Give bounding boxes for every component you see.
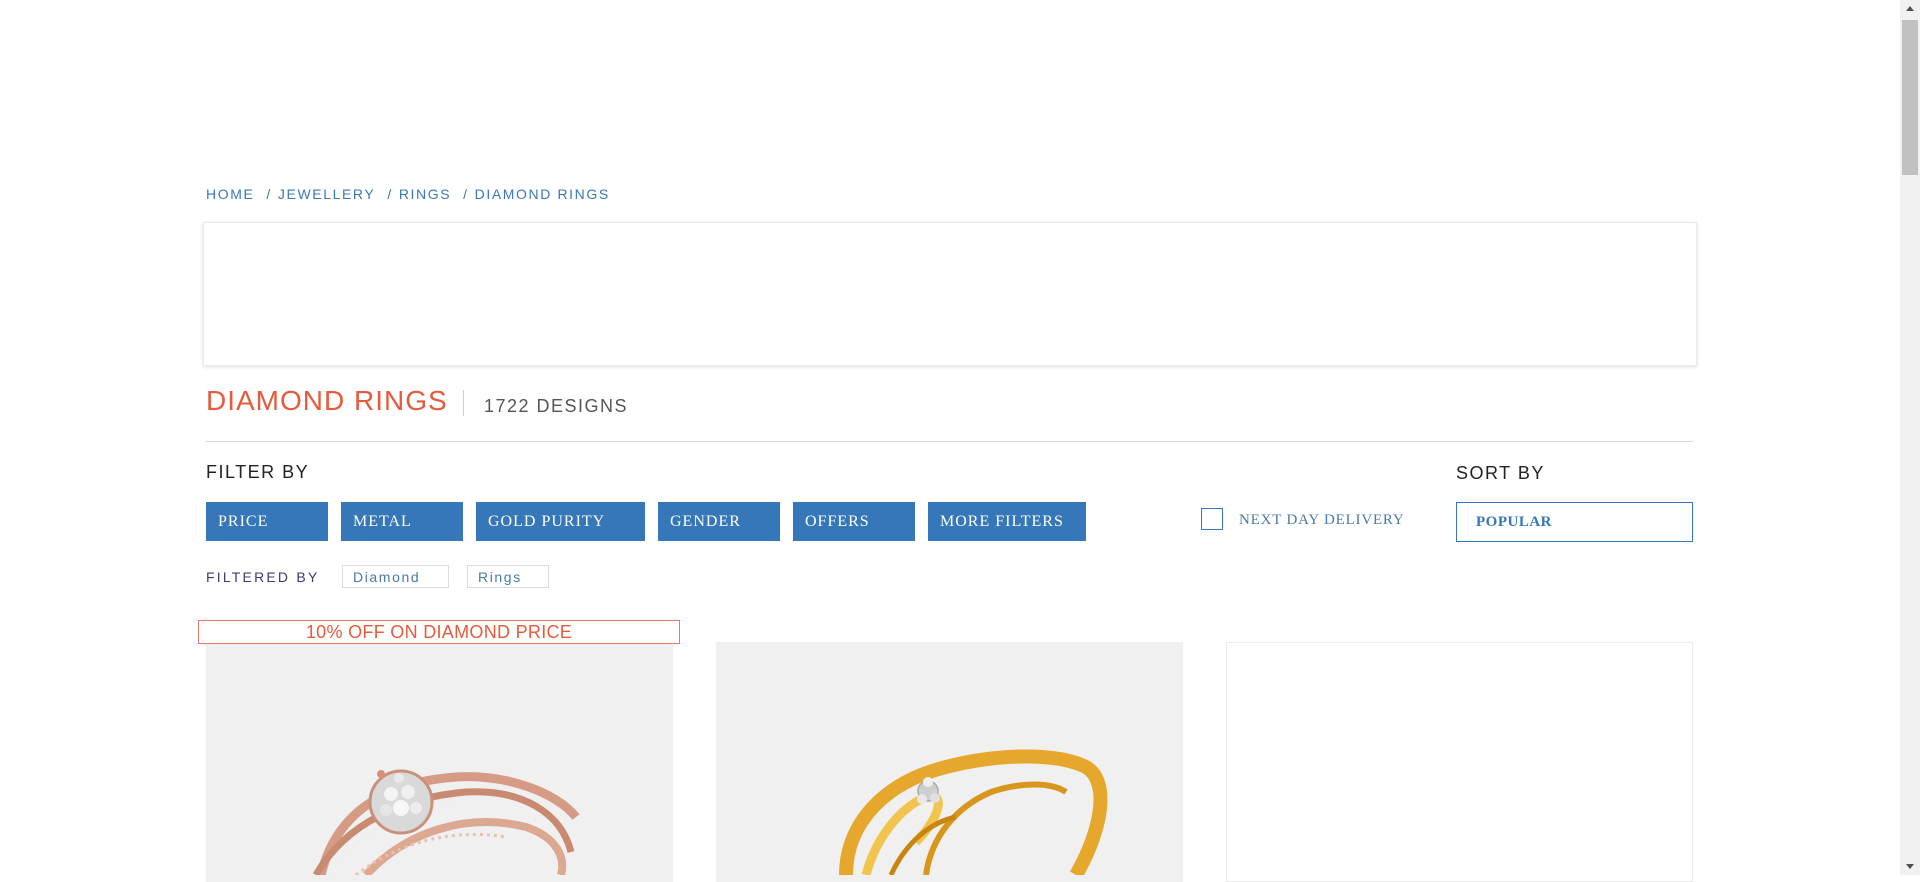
design-count: 1722 DESIGNS — [484, 396, 629, 416]
breadcrumb-separator: / — [387, 186, 393, 202]
breadcrumb-rings-link[interactable]: RINGS — [399, 186, 451, 202]
filter-offers-button[interactable]: OFFERS — [793, 502, 915, 541]
page-title: DIAMOND RINGS — [206, 385, 448, 416]
product-card[interactable] — [206, 642, 673, 882]
filter-tag-diamond[interactable]: Diamond — [342, 565, 449, 588]
scroll-up-icon[interactable] — [1900, 0, 1920, 17]
filter-tag-rings[interactable]: Rings — [467, 565, 549, 588]
filter-price-button[interactable]: PRICE — [206, 502, 328, 541]
filter-gold-purity-button[interactable]: GOLD PURITY — [476, 502, 645, 541]
offer-badge: 10% OFF ON DIAMOND PRICE — [198, 620, 680, 644]
sort-by-heading: SORT BY — [1456, 463, 1545, 483]
filtered-by-label: FILTERED BY — [206, 569, 320, 585]
breadcrumb: HOME / JEWELLERY / RINGS / DIAMOND RINGS — [206, 186, 610, 202]
rose-gold-diamond-ring-image — [312, 769, 580, 875]
breadcrumb-jewellery-link[interactable]: JEWELLERY — [278, 186, 375, 202]
category-banner — [203, 222, 1697, 366]
filter-gender-button[interactable]: GENDER — [658, 502, 780, 541]
gold-diamond-ring-image — [839, 749, 1108, 875]
sort-selected-value: POPULAR — [1476, 513, 1552, 530]
product-card[interactable] — [716, 642, 1183, 882]
title-divider — [463, 390, 464, 416]
next-day-delivery-checkbox[interactable] — [1201, 508, 1223, 530]
section-divider — [206, 441, 1693, 442]
product-card[interactable] — [1226, 642, 1693, 882]
scroll-down-icon[interactable] — [1900, 858, 1920, 875]
breadcrumb-home-link[interactable]: HOME — [206, 186, 254, 202]
filter-more-filters-button[interactable]: MORE FILTERS — [928, 502, 1086, 541]
sort-by-select[interactable]: POPULAR — [1456, 502, 1693, 542]
filter-by-heading: FILTER BY — [206, 462, 310, 482]
next-day-delivery-label[interactable]: NEXT DAY DELIVERY — [1239, 511, 1405, 529]
filter-metal-button[interactable]: METAL — [341, 502, 463, 541]
scrollbar-thumb[interactable] — [1902, 20, 1918, 175]
breadcrumb-separator: / — [266, 186, 272, 202]
breadcrumb-diamond-rings-link[interactable]: DIAMOND RINGS — [475, 186, 610, 202]
breadcrumb-separator: / — [463, 186, 469, 202]
